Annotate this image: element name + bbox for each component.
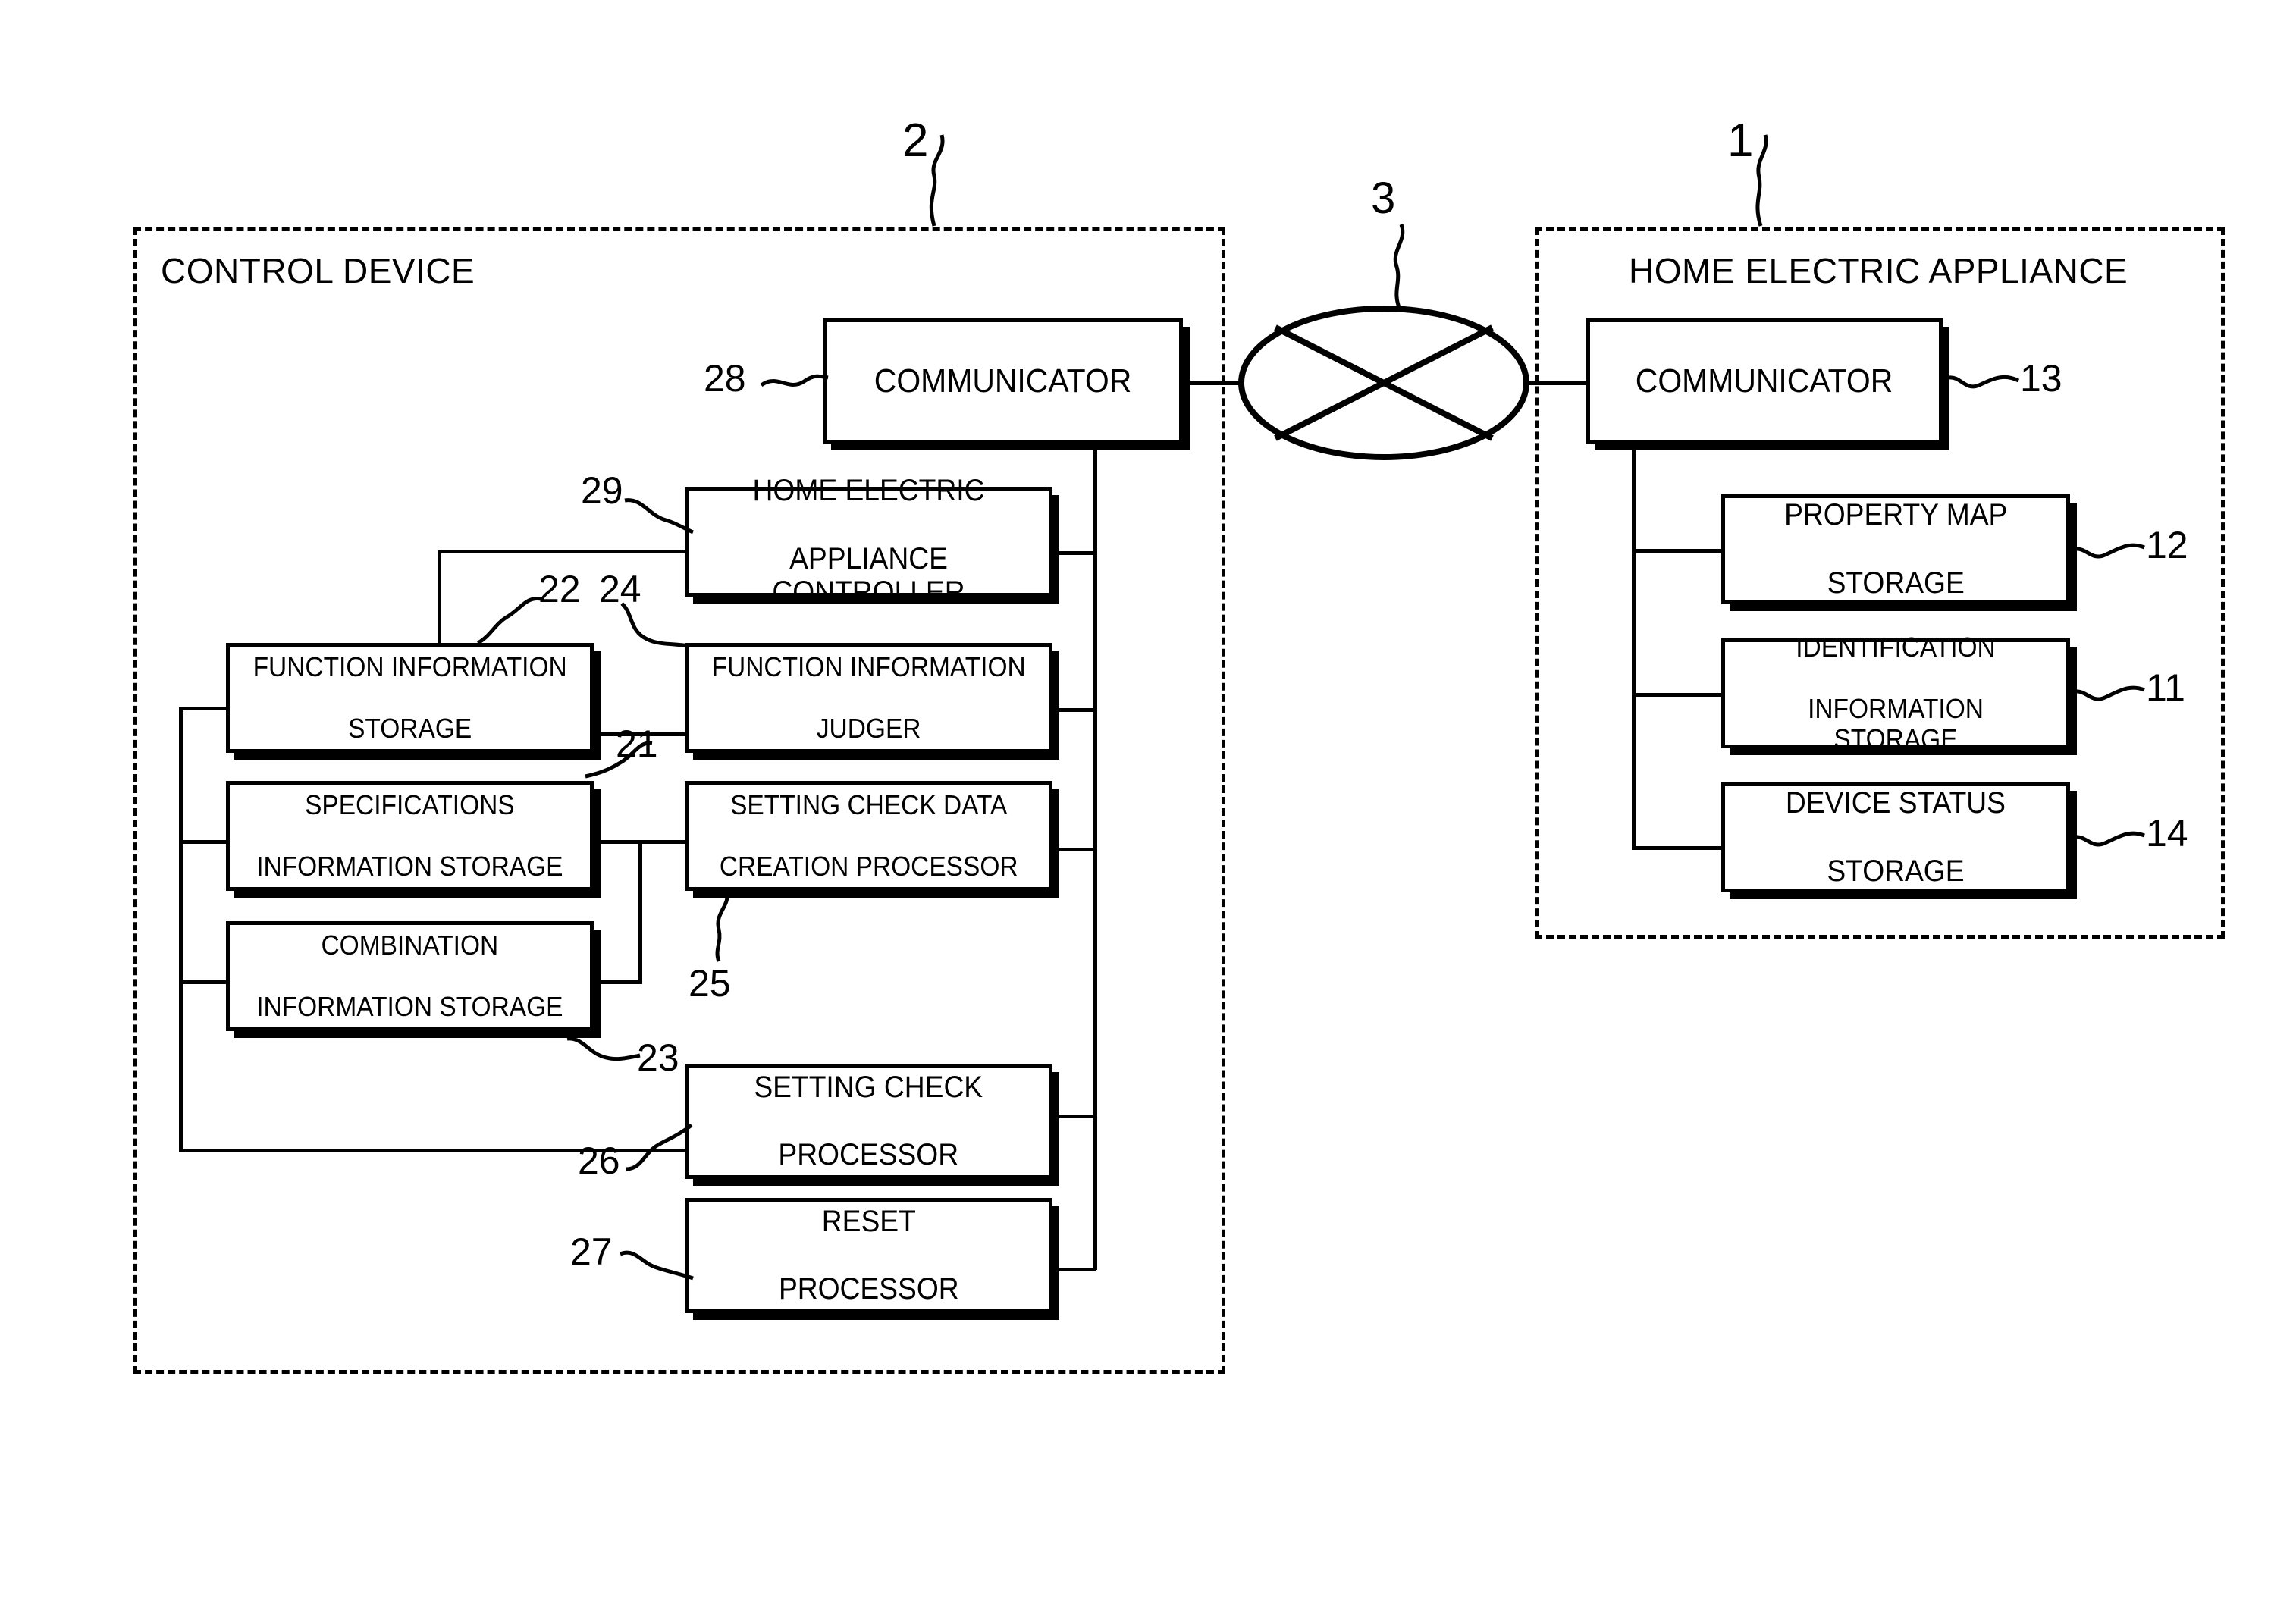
- link-sis-left-stub: [179, 840, 229, 844]
- block-identification-information-storage[interactable]: IDENTIFICATION INFORMATION STORAGE: [1721, 632, 2070, 754]
- stub-device-status-to-bus: [1632, 846, 1726, 850]
- link-cis-right: [594, 980, 642, 984]
- block-specifications-information-storage-label: SPECIFICATIONS INFORMATION STORAGE: [256, 789, 563, 882]
- network-ref: 3: [1371, 174, 1396, 223]
- block-setting-check-processor[interactable]: SETTING CHECK PROCESSOR: [685, 1064, 1052, 1179]
- function-information-storage-ref: 22: [538, 568, 581, 610]
- block-device-status-storage-label: DEVICE STATUS STORAGE: [1785, 786, 2006, 888]
- device-status-storage-ref: 14: [2146, 812, 2188, 854]
- block-device-status-storage[interactable]: DEVICE STATUS STORAGE: [1721, 782, 2070, 892]
- block-reset-processor-label: RESET PROCESSOR: [778, 1204, 959, 1306]
- appliance-controller-ref-leader: [624, 498, 694, 535]
- block-setting-check-processor-label: SETTING CHECK PROCESSOR: [754, 1070, 983, 1172]
- appliance-communicator-ref-leader: [1948, 375, 2020, 389]
- combination-information-storage-ref: 23: [637, 1036, 679, 1079]
- block-reset-processor[interactable]: RESET PROCESSOR: [685, 1198, 1052, 1313]
- stub-setting-check-data-to-bus: [1051, 848, 1096, 851]
- home-electric-appliance-ref: 1: [1727, 114, 1754, 167]
- stub-reset-processor-to-bus: [1051, 1268, 1096, 1271]
- network-cloud-icon: [1238, 306, 1529, 460]
- block-control-communicator[interactable]: COMMUNICATOR: [823, 318, 1183, 444]
- bus-appliance-vertical: [1632, 444, 1636, 849]
- link-cis-left-stub: [179, 980, 229, 984]
- reset-processor-ref: 27: [570, 1231, 613, 1273]
- combination-information-storage-ref-leader: [566, 1036, 641, 1061]
- property-map-storage-ref-leader: [2074, 543, 2145, 559]
- block-appliance-communicator-label: COMMUNICATOR: [1636, 362, 1893, 400]
- block-combination-information-storage[interactable]: COMBINATION INFORMATION STORAGE: [226, 921, 594, 1031]
- identification-information-storage-ref: 11: [2146, 666, 2185, 709]
- home-electric-appliance-title: HOME ELECTRIC APPLIANCE: [1629, 251, 2128, 290]
- link-fis-left-stub: [179, 707, 229, 710]
- appliance-communicator-ref: 13: [2020, 357, 2062, 400]
- device-status-storage-ref-leader: [2074, 831, 2145, 847]
- block-function-information-storage[interactable]: FUNCTION INFORMATION STORAGE: [226, 643, 594, 753]
- block-setting-check-data-creation-processor[interactable]: SETTING CHECK DATA CREATION PROCESSOR: [685, 781, 1052, 891]
- appliance-controller-ref: 29: [581, 469, 623, 512]
- setting-check-processor-ref: 26: [578, 1140, 620, 1182]
- setting-check-data-creation-ref: 25: [689, 962, 731, 1005]
- block-specifications-information-storage[interactable]: SPECIFICATIONS INFORMATION STORAGE: [226, 781, 594, 891]
- control-communicator-ref: 28: [704, 357, 746, 400]
- link-cis-vertical: [638, 840, 642, 984]
- figure-canvas: CONTROL DEVICE HOME ELECTRIC APPLIANCE 2…: [0, 0, 2271, 1624]
- block-property-map-storage[interactable]: PROPERTY MAP STORAGE: [1721, 494, 2070, 604]
- identification-information-storage-ref-leader: [2074, 685, 2145, 701]
- network-ref-leader: [1393, 224, 1405, 310]
- stub-appliance-controller-to-bus: [1051, 551, 1096, 555]
- block-function-information-judger-label: FUNCTION INFORMATION JUDGER: [711, 651, 1026, 744]
- block-appliance-communicator[interactable]: COMMUNICATOR: [1586, 318, 1943, 444]
- specifications-information-storage-ref: 21: [616, 723, 658, 765]
- link-left-rail-vertical: [179, 707, 183, 1152]
- control-device-ref: 2: [902, 114, 929, 167]
- setting-check-data-creation-ref-leader: [715, 891, 729, 962]
- stub-setting-check-processor-to-bus: [1051, 1115, 1096, 1118]
- block-setting-check-data-creation-processor-label: SETTING CHECK DATA CREATION PROCESSOR: [719, 789, 1018, 882]
- control-communicator-ref-leader: [760, 374, 829, 387]
- block-function-information-judger[interactable]: FUNCTION INFORMATION JUDGER: [685, 643, 1052, 753]
- block-function-information-storage-label: FUNCTION INFORMATION STORAGE: [253, 651, 567, 744]
- block-control-communicator-label: COMMUNICATOR: [874, 362, 1132, 400]
- block-appliance-controller[interactable]: HOME ELECTRIC APPLIANCE CONTROLLER: [685, 474, 1052, 609]
- property-map-storage-ref: 12: [2146, 524, 2188, 566]
- block-identification-information-storage-label: IDENTIFICATION INFORMATION STORAGE: [1796, 631, 1996, 754]
- control-device-title: CONTROL DEVICE: [161, 251, 475, 290]
- block-appliance-controller-label: HOME ELECTRIC APPLIANCE CONTROLLER: [752, 473, 985, 610]
- stub-identification-to-bus: [1632, 693, 1726, 697]
- stub-property-map-to-bus: [1632, 549, 1726, 553]
- bus-control-vertical: [1093, 444, 1097, 1270]
- setting-check-processor-ref-leader: [626, 1124, 693, 1171]
- block-property-map-storage-label: PROPERTY MAP STORAGE: [1783, 498, 2008, 600]
- link-fis-top-vertical: [438, 550, 441, 647]
- function-information-storage-ref-leader: [476, 596, 542, 645]
- reset-processor-ref-leader: [620, 1250, 694, 1281]
- function-information-judger-ref: 24: [599, 568, 641, 610]
- stub-function-judger-to-bus: [1051, 708, 1096, 712]
- block-combination-information-storage-label: COMBINATION INFORMATION STORAGE: [256, 930, 563, 1022]
